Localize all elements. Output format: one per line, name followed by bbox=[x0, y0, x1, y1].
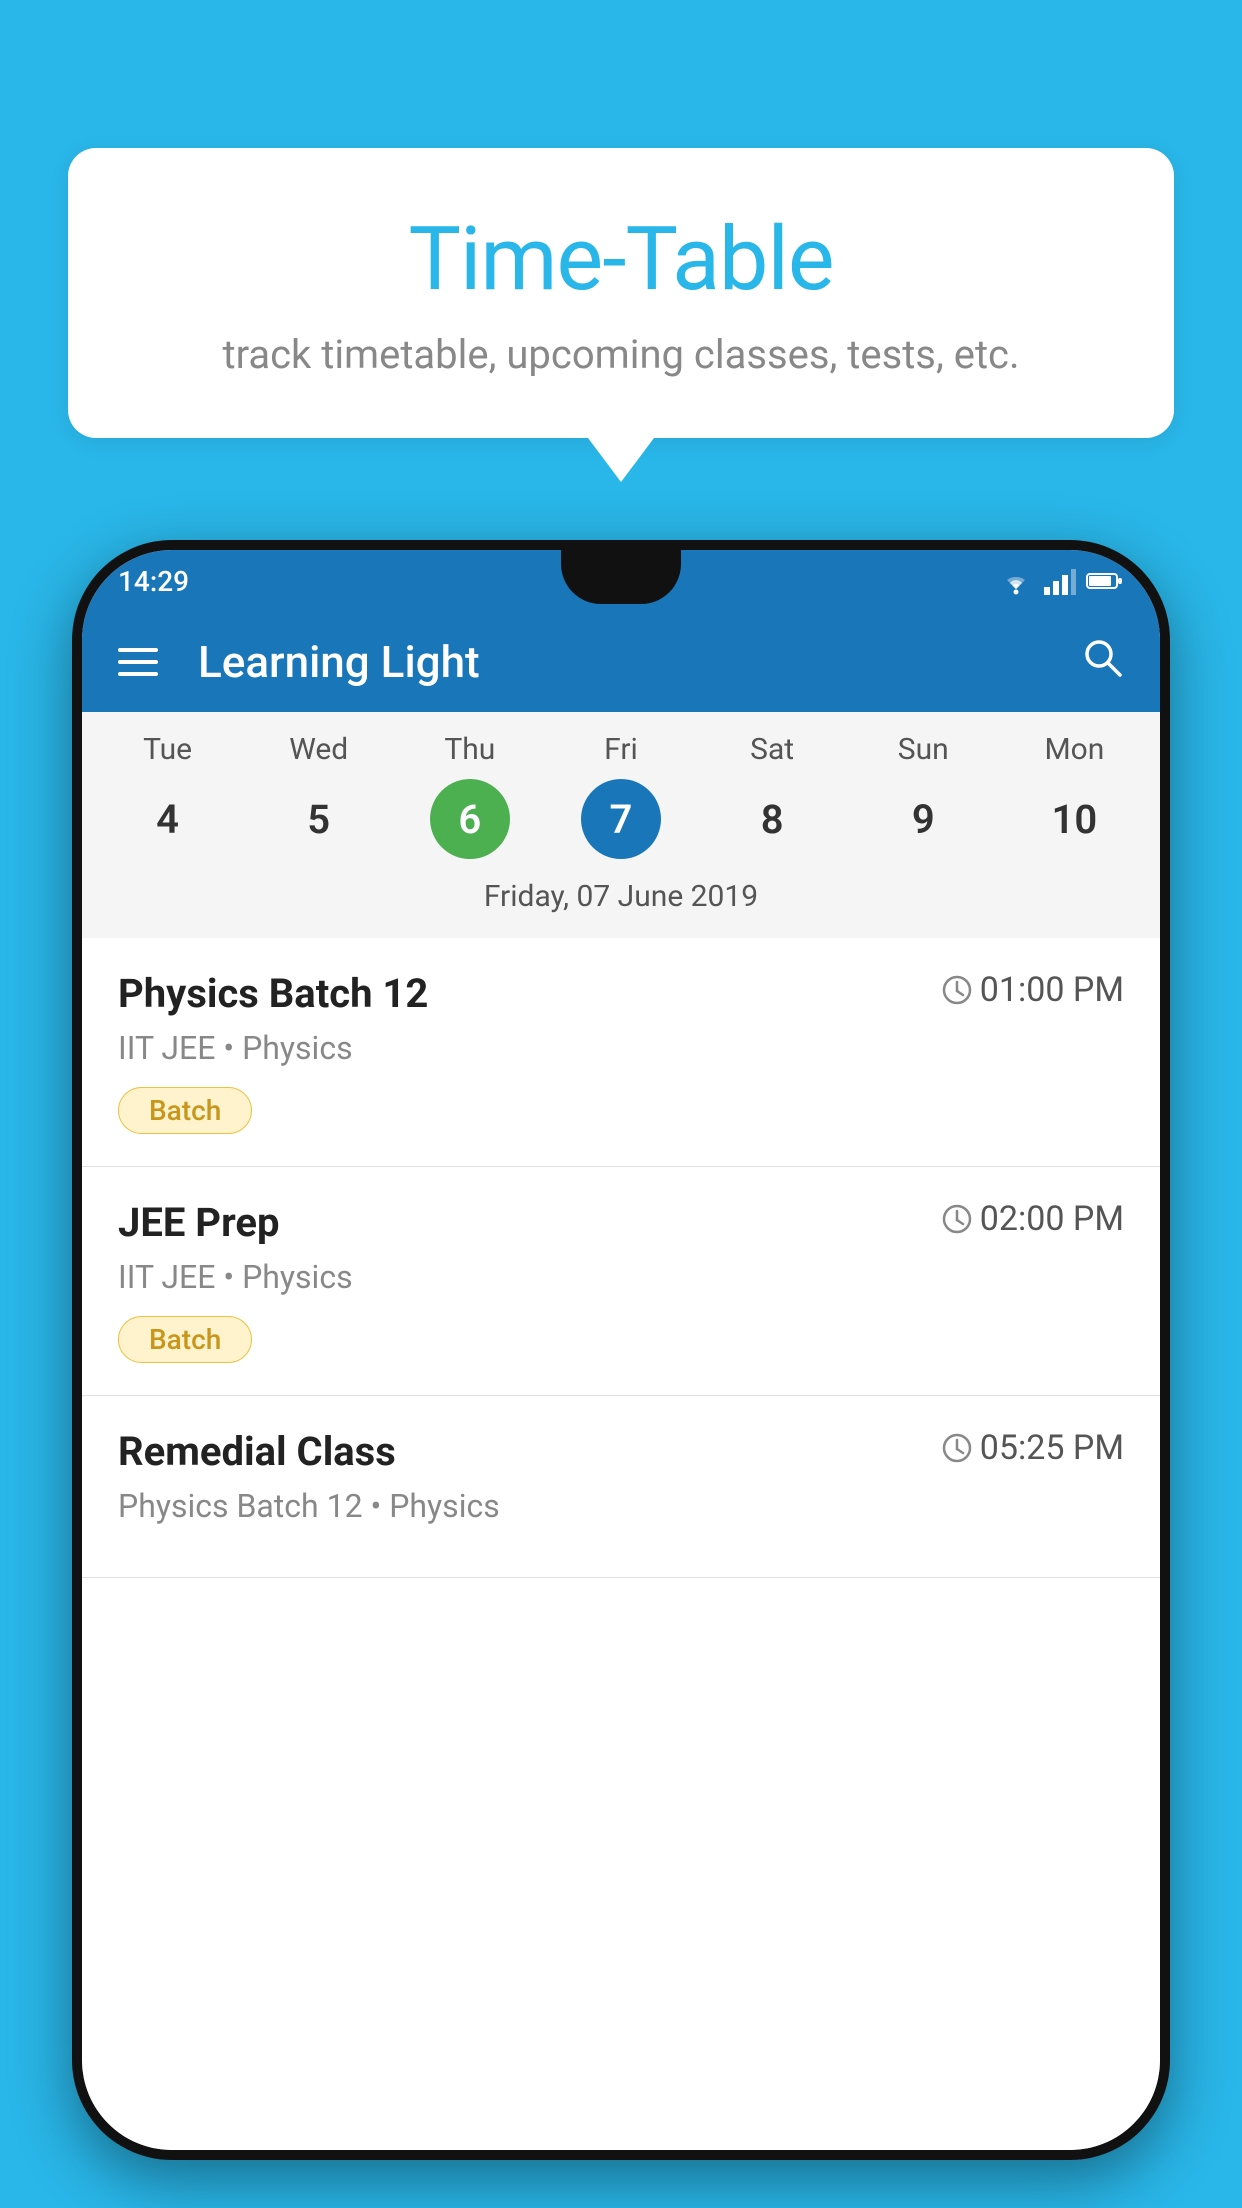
day-cell[interactable]: Tue 4 bbox=[98, 732, 238, 859]
day-label: Tue bbox=[143, 732, 192, 767]
phone-inner: 14:29 bbox=[82, 550, 1160, 2150]
day-cell[interactable]: Thu 6 bbox=[400, 732, 540, 859]
schedule-item-time: 02:00 PM bbox=[942, 1199, 1124, 1239]
battery-icon bbox=[1086, 571, 1124, 591]
day-number[interactable]: 6 bbox=[430, 779, 510, 859]
day-cell[interactable]: Sun 9 bbox=[853, 732, 993, 859]
day-label: Sat bbox=[750, 732, 794, 767]
schedule-item[interactable]: Physics Batch 12 01:00 PM IIT JEE • Physi… bbox=[82, 938, 1160, 1167]
schedule-item-subtitle: Physics Batch 12 • Physics bbox=[118, 1487, 1124, 1525]
app-title: Learning Light bbox=[188, 636, 1050, 688]
day-number[interactable]: 4 bbox=[128, 779, 208, 859]
day-label: Wed bbox=[289, 732, 348, 767]
schedule-content: Physics Batch 12 01:00 PM IIT JEE • Physi… bbox=[82, 938, 1160, 2150]
schedule-item-time: 05:25 PM bbox=[942, 1428, 1124, 1468]
day-label: Fri bbox=[604, 732, 638, 767]
clock-icon bbox=[942, 975, 972, 1005]
schedule-item[interactable]: Remedial Class 05:25 PM Physics Batch 12 … bbox=[82, 1396, 1160, 1578]
notch bbox=[561, 550, 681, 604]
app-bar: Learning Light bbox=[82, 612, 1160, 712]
schedule-item-subtitle: IIT JEE • Physics bbox=[118, 1029, 1124, 1067]
day-number[interactable]: 5 bbox=[279, 779, 359, 859]
schedule-item-title: JEE Prep bbox=[118, 1199, 279, 1246]
calendar-strip: Tue 4 Wed 5 Thu 6 Fri 7 Sat 8 Sun 9 Mon 10 Friday, 07… bbox=[82, 712, 1160, 938]
signal-icon bbox=[1044, 567, 1076, 595]
day-label: Thu bbox=[444, 732, 495, 767]
day-cell[interactable]: Wed 5 bbox=[249, 732, 389, 859]
schedule-item[interactable]: JEE Prep 02:00 PM IIT JEE • Physics Batch bbox=[82, 1167, 1160, 1396]
bubble-subtitle: track timetable, upcoming classes, tests… bbox=[108, 331, 1134, 378]
day-cell[interactable]: Mon 10 bbox=[1004, 732, 1144, 859]
phone-frame: 14:29 bbox=[72, 540, 1170, 2160]
clock-icon bbox=[942, 1433, 972, 1463]
day-label: Mon bbox=[1044, 732, 1104, 767]
schedule-item-subtitle: IIT JEE • Physics bbox=[118, 1258, 1124, 1296]
screen-area: 14:29 bbox=[82, 550, 1160, 2150]
search-icon[interactable] bbox=[1080, 635, 1124, 690]
wifi-icon bbox=[998, 567, 1034, 595]
schedule-item-time: 01:00 PM bbox=[942, 970, 1124, 1010]
day-row: Tue 4 Wed 5 Thu 6 Fri 7 Sat 8 Sun 9 Mon 10 bbox=[82, 732, 1160, 859]
clock-icon bbox=[942, 1204, 972, 1234]
schedule-item-title: Physics Batch 12 bbox=[118, 970, 428, 1017]
day-cell[interactable]: Fri 7 bbox=[551, 732, 691, 859]
speech-bubble: Time-Table track timetable, upcoming cla… bbox=[68, 148, 1174, 438]
day-number[interactable]: 8 bbox=[732, 779, 812, 859]
bubble-title: Time-Table bbox=[108, 208, 1134, 311]
day-number[interactable]: 10 bbox=[1034, 779, 1114, 859]
status-bar: 14:29 bbox=[82, 550, 1160, 612]
day-label: Sun bbox=[898, 732, 949, 767]
day-cell[interactable]: Sat 8 bbox=[702, 732, 842, 859]
status-icons bbox=[998, 567, 1124, 595]
day-number[interactable]: 7 bbox=[581, 779, 661, 859]
calendar-date-label: Friday, 07 June 2019 bbox=[82, 869, 1160, 928]
speech-bubble-container: Time-Table track timetable, upcoming cla… bbox=[68, 148, 1174, 438]
schedule-item-title: Remedial Class bbox=[118, 1428, 396, 1475]
status-time: 14:29 bbox=[118, 565, 189, 598]
batch-tag: Batch bbox=[118, 1316, 252, 1363]
day-number[interactable]: 9 bbox=[883, 779, 963, 859]
hamburger-icon[interactable] bbox=[118, 648, 158, 676]
batch-tag: Batch bbox=[118, 1087, 252, 1134]
